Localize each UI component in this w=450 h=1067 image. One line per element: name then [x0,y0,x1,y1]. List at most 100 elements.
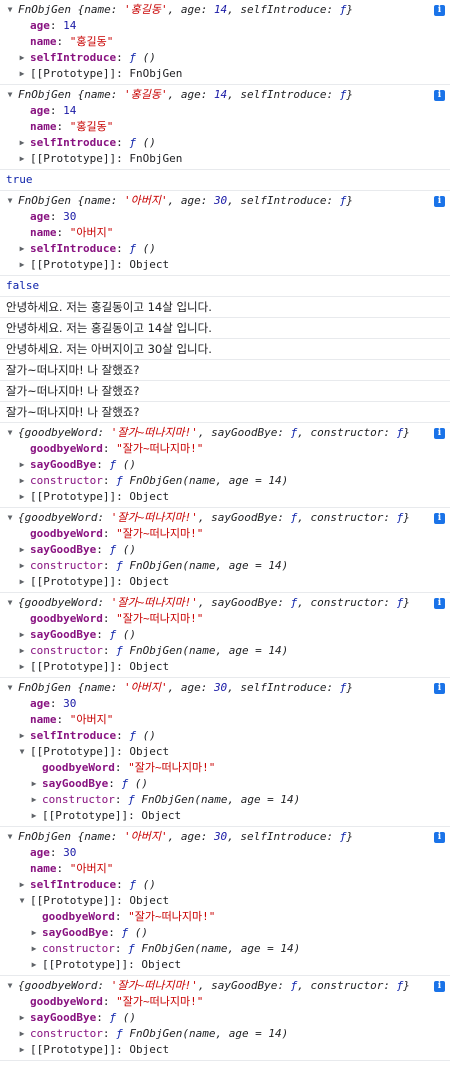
triangle-right-icon[interactable]: ▶ [17,473,27,489]
object-property-row[interactable]: ▶ constructor: ƒ FnObjGen(name, age = 14) [0,792,450,808]
info-icon[interactable]: i [434,598,445,609]
console-message-header[interactable]: ▼ FnObjGen {name: '아버지', age: 30, selfInt… [0,829,450,845]
triangle-down-icon[interactable]: ▼ [5,425,15,441]
info-icon[interactable]: i [434,832,445,843]
console-text: name: "아버지" [30,862,114,875]
console-message-header[interactable]: ▼ FnObjGen {name: '아버지', age: 30, selfInt… [0,680,450,696]
triangle-right-icon[interactable]: ▶ [17,1042,27,1058]
object-property-row[interactable]: ▶ selfIntroduce: ƒ () [0,877,450,893]
object-property-row: age: 30 [0,845,450,861]
console-text: sayGoodBye: ƒ () [30,628,136,641]
object-property-row[interactable]: ▶ sayGoodBye: ƒ () [0,925,450,941]
object-property-row[interactable]: ▶ constructor: ƒ FnObjGen(name, age = 14) [0,643,450,659]
triangle-right-icon[interactable]: ▶ [29,925,39,941]
object-property-row[interactable]: ▶ constructor: ƒ FnObjGen(name, age = 14) [0,941,450,957]
console-message: 안녕하세요. 저는 홍길동이고 14살 입니다. [0,318,450,339]
triangle-down-icon[interactable]: ▼ [5,2,15,18]
object-property-row[interactable]: ▶ [[Prototype]]: Object [0,659,450,675]
console-text: constructor: ƒ FnObjGen(name, age = 14) [30,559,289,572]
object-property-row[interactable]: ▼ [[Prototype]]: Object [0,744,450,760]
object-property-row[interactable]: ▶ sayGoodBye: ƒ () [0,457,450,473]
triangle-right-icon[interactable]: ▶ [17,574,27,590]
object-property-row: age: 30 [0,696,450,712]
triangle-right-icon[interactable]: ▶ [29,941,39,957]
info-icon[interactable]: i [434,196,445,207]
triangle-down-icon[interactable]: ▼ [5,595,15,611]
console-text: sayGoodBye: ƒ () [42,926,148,939]
object-property-row[interactable]: ▶ sayGoodBye: ƒ () [0,776,450,792]
triangle-right-icon[interactable]: ▶ [17,66,27,82]
triangle-right-icon[interactable]: ▶ [17,627,27,643]
triangle-right-icon[interactable]: ▶ [29,792,39,808]
info-icon[interactable]: i [434,981,445,992]
triangle-right-icon[interactable]: ▶ [17,643,27,659]
console-message: ▼ FnObjGen {name: '홍길동', age: 14, selfInt… [0,85,450,170]
triangle-right-icon[interactable]: ▶ [17,489,27,505]
console-text: selfIntroduce: ƒ () [30,136,156,149]
object-property-row[interactable]: ▶ constructor: ƒ FnObjGen(name, age = 14) [0,473,450,489]
console-text: [[Prototype]]: Object [30,745,170,758]
triangle-right-icon[interactable]: ▶ [17,151,27,167]
object-property-row[interactable]: ▶ [[Prototype]]: Object [0,957,450,973]
info-icon[interactable]: i [434,90,445,101]
object-property-row[interactable]: ▶ [[Prototype]]: Object [0,574,450,590]
console-message-header[interactable]: ▼ {goodbyeWord: '잘가~떠나지마!', sayGoodBye: ƒ… [0,425,450,441]
object-property-row[interactable]: ▶ [[Prototype]]: Object [0,489,450,505]
console-message-header[interactable]: ▼ FnObjGen {name: '홍길동', age: 14, selfInt… [0,87,450,103]
console-text: constructor: ƒ FnObjGen(name, age = 14) [42,793,301,806]
object-property-row[interactable]: ▶ [[Prototype]]: FnObjGen [0,151,450,167]
object-property-row[interactable]: ▶ selfIntroduce: ƒ () [0,50,450,66]
triangle-down-icon[interactable]: ▼ [5,829,15,845]
object-property-row: name: "홍길동" [0,119,450,135]
info-icon[interactable]: i [434,513,445,524]
object-property-row: goodbyeWord: "잘가~떠나지마!" [0,611,450,627]
object-property-row[interactable]: ▶ [[Prototype]]: Object [0,808,450,824]
info-icon[interactable]: i [434,5,445,16]
object-property-row[interactable]: ▶ selfIntroduce: ƒ () [0,728,450,744]
triangle-down-icon[interactable]: ▼ [17,744,27,760]
triangle-down-icon[interactable]: ▼ [5,193,15,209]
object-property-row[interactable]: ▶ constructor: ƒ FnObjGen(name, age = 14) [0,558,450,574]
triangle-right-icon[interactable]: ▶ [17,135,27,151]
console-message-header[interactable]: ▼ {goodbyeWord: '잘가~떠나지마!', sayGoodBye: ƒ… [0,595,450,611]
console-text: [[Prototype]]: Object [30,575,170,588]
triangle-right-icon[interactable]: ▶ [17,457,27,473]
console-message-header[interactable]: ▼ {goodbyeWord: '잘가~떠나지마!', sayGoodBye: ƒ… [0,978,450,994]
console-message-header[interactable]: ▼ FnObjGen {name: '아버지', age: 30, selfInt… [0,193,450,209]
object-property-row[interactable]: ▶ selfIntroduce: ƒ () [0,135,450,151]
triangle-right-icon[interactable]: ▶ [17,728,27,744]
triangle-down-icon[interactable]: ▼ [17,893,27,909]
object-property-row[interactable]: ▶ sayGoodBye: ƒ () [0,627,450,643]
object-property-row[interactable]: ▶ sayGoodBye: ƒ () [0,1010,450,1026]
object-property-row: age: 30 [0,209,450,225]
object-property-row[interactable]: ▶ [[Prototype]]: FnObjGen [0,66,450,82]
triangle-right-icon[interactable]: ▶ [17,1026,27,1042]
triangle-right-icon[interactable]: ▶ [29,776,39,792]
triangle-right-icon[interactable]: ▶ [17,241,27,257]
triangle-right-icon[interactable]: ▶ [17,558,27,574]
triangle-down-icon[interactable]: ▼ [5,510,15,526]
console-text: age: 30 [30,697,77,710]
object-property-row[interactable]: ▶ selfIntroduce: ƒ () [0,241,450,257]
triangle-right-icon[interactable]: ▶ [17,1010,27,1026]
triangle-right-icon[interactable]: ▶ [17,659,27,675]
info-icon[interactable]: i [434,428,445,439]
triangle-right-icon[interactable]: ▶ [29,808,39,824]
console-message-header[interactable]: ▼ FnObjGen {name: '홍길동', age: 14, selfInt… [0,2,450,18]
triangle-right-icon[interactable]: ▶ [17,542,27,558]
object-property-row[interactable]: ▶ sayGoodBye: ƒ () [0,542,450,558]
triangle-down-icon[interactable]: ▼ [5,87,15,103]
triangle-right-icon[interactable]: ▶ [17,877,27,893]
triangle-down-icon[interactable]: ▼ [5,978,15,994]
info-icon[interactable]: i [434,683,445,694]
object-property-row: name: "홍길동" [0,34,450,50]
console-message-header[interactable]: ▼ {goodbyeWord: '잘가~떠나지마!', sayGoodBye: ƒ… [0,510,450,526]
triangle-right-icon[interactable]: ▶ [17,257,27,273]
object-property-row[interactable]: ▼ [[Prototype]]: Object [0,893,450,909]
triangle-right-icon[interactable]: ▶ [29,957,39,973]
object-property-row[interactable]: ▶ constructor: ƒ FnObjGen(name, age = 14) [0,1026,450,1042]
object-property-row[interactable]: ▶ [[Prototype]]: Object [0,257,450,273]
triangle-down-icon[interactable]: ▼ [5,680,15,696]
triangle-right-icon[interactable]: ▶ [17,50,27,66]
object-property-row[interactable]: ▶ [[Prototype]]: Object [0,1042,450,1058]
